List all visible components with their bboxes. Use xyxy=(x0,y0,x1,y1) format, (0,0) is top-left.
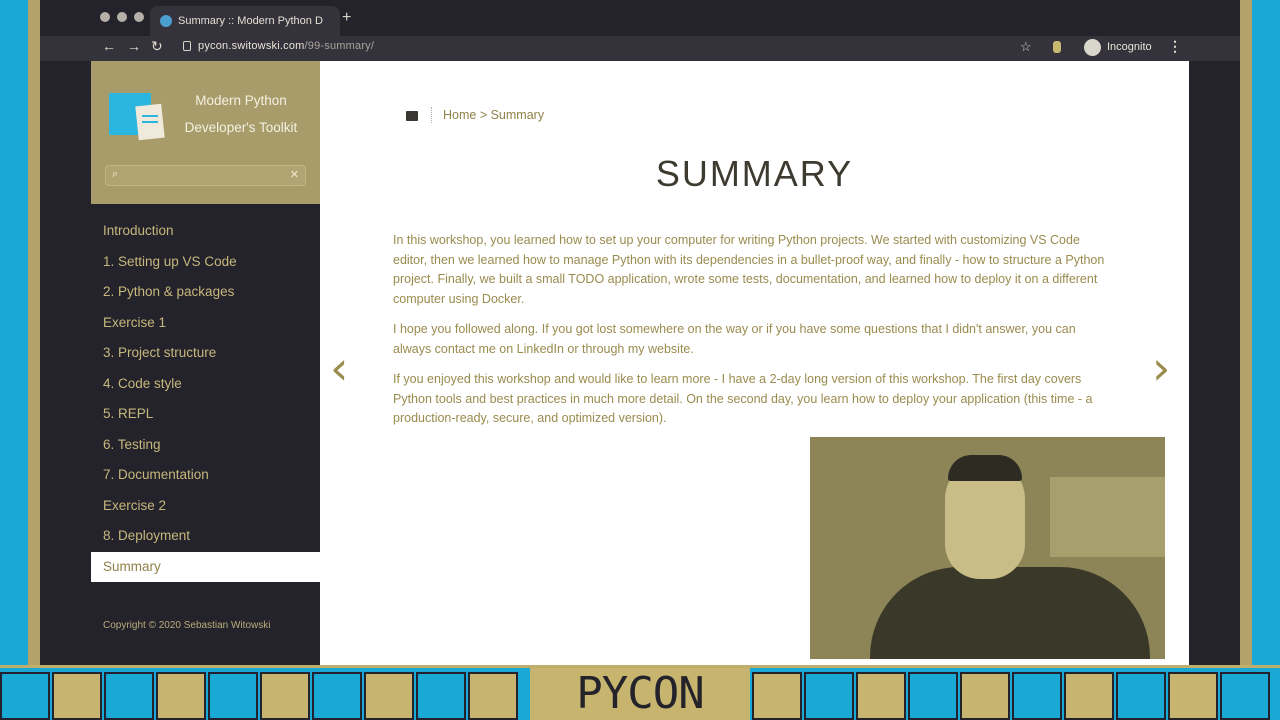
sidebar-item-documentation[interactable]: 7. Documentation xyxy=(91,460,320,491)
web-page: Modern Python Developer's Toolkit ⌕ ✕ In… xyxy=(91,61,1189,665)
search-input[interactable] xyxy=(128,168,288,183)
maximize-window-button[interactable] xyxy=(134,12,144,22)
article-paragraph: I hope you followed along. If you got lo… xyxy=(393,322,1076,356)
sidebar-item-deployment[interactable]: 8. Deployment xyxy=(91,521,320,552)
banner-tile xyxy=(908,672,958,720)
incognito-icon[interactable] xyxy=(1084,39,1101,56)
video-speaker-hair xyxy=(948,455,1022,481)
sidebar: Modern Python Developer's Toolkit ⌕ ✕ In… xyxy=(91,61,320,665)
banner-tile xyxy=(260,672,310,720)
sidebar-header: Modern Python Developer's Toolkit ⌕ ✕ xyxy=(91,61,320,204)
title-bar: Summary :: Modern Python D + xyxy=(40,0,1240,36)
search-box[interactable]: ⌕ ✕ xyxy=(105,165,306,186)
address-bar[interactable]: pycon.switowski.com/99-summary/ xyxy=(198,40,374,52)
banner-tile xyxy=(0,672,50,720)
sidebar-item-exercise-1[interactable]: Exercise 1 xyxy=(91,308,320,339)
sidebar-item-exercise-2[interactable]: Exercise 2 xyxy=(91,491,320,522)
sidebar-item-code-style[interactable]: 4. Code style xyxy=(91,369,320,400)
search-icon: ⌕ xyxy=(112,168,119,180)
breadcrumb[interactable]: Home > Summary xyxy=(443,108,544,122)
sidebar-menu: Introduction 1. Setting up VS Code 2. Py… xyxy=(91,216,320,582)
minimize-window-button[interactable] xyxy=(117,12,127,22)
lock-icon xyxy=(183,41,191,51)
incognito-label[interactable]: Incognito xyxy=(1107,41,1152,53)
article-body: In this workshop, you learned how to set… xyxy=(393,231,1115,440)
forward-arrow-icon[interactable]: → xyxy=(127,38,141,54)
frame-left xyxy=(28,0,40,665)
breadcrumb-divider xyxy=(431,107,432,123)
banner-tile xyxy=(1168,672,1218,720)
sidebar-item-introduction[interactable]: Introduction xyxy=(91,216,320,247)
banner-tile xyxy=(752,672,802,720)
sidebar-item-setting-up-vs-code[interactable]: 1. Setting up VS Code xyxy=(91,247,320,278)
page-title: SUMMARY xyxy=(655,153,854,194)
close-window-button[interactable] xyxy=(100,12,110,22)
tab-title: Summary :: Modern Python D xyxy=(178,15,323,27)
bookmark-star-icon[interactable]: ☆ xyxy=(1020,39,1032,55)
article-paragraph: If you enjoyed this workshop and would l… xyxy=(393,372,1093,425)
extension-icon[interactable] xyxy=(1053,41,1061,53)
sidebar-item-testing[interactable]: 6. Testing xyxy=(91,430,320,461)
new-tab-button[interactable]: + xyxy=(342,9,351,27)
url-path: /99-summary/ xyxy=(304,40,375,52)
banner-tile xyxy=(1012,672,1062,720)
banner-tile xyxy=(364,672,414,720)
reload-icon[interactable]: ↻ xyxy=(151,38,163,55)
article-paragraph: In this workshop, you learned how to set… xyxy=(393,233,1105,306)
url-domain: pycon.switowski.com xyxy=(198,40,305,52)
logo-line-icon xyxy=(142,121,158,123)
banner-tile xyxy=(468,672,518,720)
video-shelf xyxy=(1050,477,1165,557)
video-speaker-body xyxy=(870,567,1150,659)
banner-tile xyxy=(312,672,362,720)
clear-search-icon[interactable]: ✕ xyxy=(290,168,299,181)
browser-menu-icon[interactable]: ⋮ xyxy=(1168,38,1182,55)
logo-title[interactable]: Modern Python Developer's Toolkit xyxy=(171,87,311,141)
browser-tab[interactable]: Summary :: Modern Python D xyxy=(150,6,340,36)
banner-tile xyxy=(1064,672,1114,720)
window-controls xyxy=(100,12,144,22)
favicon-icon xyxy=(160,15,172,27)
banner-title: PYCON 2020 xyxy=(576,668,704,719)
banner-tile xyxy=(416,672,466,720)
banner-tile xyxy=(960,672,1010,720)
banner-tile xyxy=(1220,672,1270,720)
table-of-contents-icon[interactable] xyxy=(406,111,418,121)
browser-window: Summary :: Modern Python D + ← → ↻ pycon… xyxy=(40,0,1240,665)
next-page-chevron-icon[interactable]: › xyxy=(1152,341,1170,395)
sidebar-item-repl[interactable]: 5. REPL xyxy=(91,399,320,430)
sidebar-item-summary[interactable]: Summary xyxy=(91,551,320,582)
frame-right xyxy=(1240,0,1252,665)
browser-toolbar: ← → ↻ pycon.switowski.com/99-summary/ ☆ … xyxy=(40,36,1240,61)
banner-tile xyxy=(1116,672,1166,720)
copyright-text: Copyright © 2020 Sebastian Witowski xyxy=(103,620,271,631)
back-arrow-icon[interactable]: ← xyxy=(102,38,116,54)
webcam-video xyxy=(810,437,1165,659)
sidebar-item-project-structure[interactable]: 3. Project structure xyxy=(91,338,320,369)
banner-tile xyxy=(856,672,906,720)
banner-tile xyxy=(208,672,258,720)
prev-page-chevron-icon[interactable]: ‹ xyxy=(330,341,348,395)
sidebar-item-python-packages[interactable]: 2. Python & packages xyxy=(91,277,320,308)
banner-tile xyxy=(804,672,854,720)
logo-line-icon xyxy=(142,115,158,117)
banner-tile xyxy=(156,672,206,720)
banner-tile xyxy=(52,672,102,720)
main-content: Home > Summary SUMMARY In this workshop,… xyxy=(320,61,1189,665)
banner-tile xyxy=(104,672,154,720)
